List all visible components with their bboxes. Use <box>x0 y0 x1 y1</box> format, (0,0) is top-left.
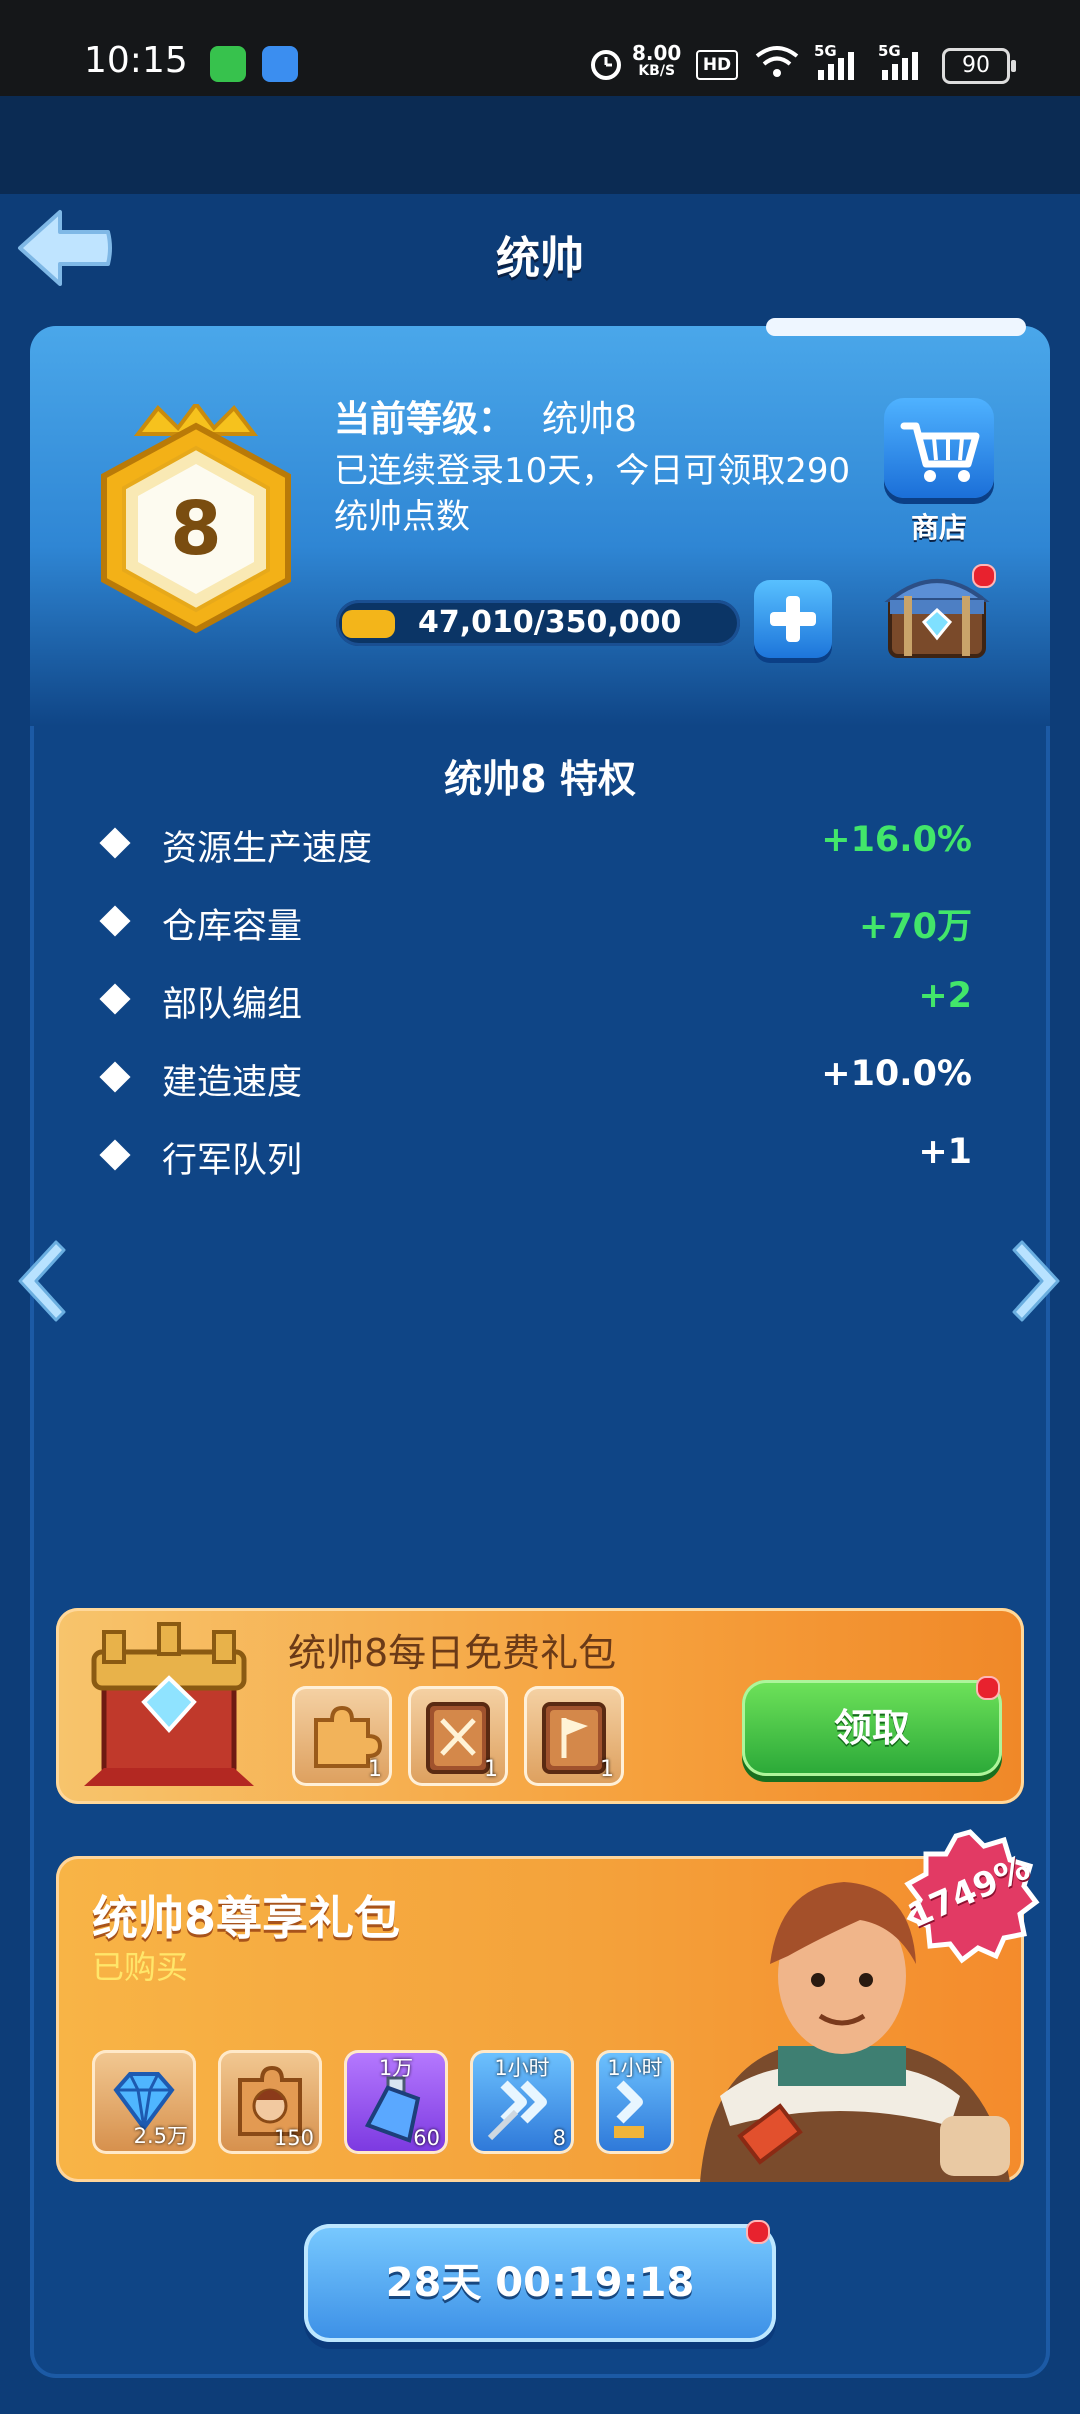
battery-indicator: 90 <box>942 48 1016 84</box>
exclusive-pack-item[interactable]: 2.5万 <box>92 2050 196 2154</box>
diamond-bullet-icon <box>99 983 131 1015</box>
signal-2-icon <box>882 52 918 80</box>
privileges-title: 统帅8 特权 <box>444 757 636 801</box>
privilege-value: +70万 <box>858 907 972 947</box>
timer-label[interactable]: 28天 00:19:18 <box>304 2224 776 2342</box>
messages-app-icon <box>210 46 246 82</box>
privilege-row: 仓库容量 +70万 <box>99 892 972 952</box>
badge-level-number: 8 <box>170 486 222 572</box>
page-title: 统帅 <box>496 233 584 284</box>
shop-button[interactable] <box>884 398 994 498</box>
item-count: 8 <box>552 2126 566 2150</box>
daily-pack-title: 统帅8每日免费礼包 <box>288 1631 617 1675</box>
points-progress-fill <box>342 610 395 638</box>
login-streak-text: 已连续登录10天，今日可领取290统帅点数 <box>334 451 851 537</box>
item-count: 1 <box>368 1757 382 1782</box>
diamond-bullet-icon <box>99 1139 131 1171</box>
level-badge-icon: 8 <box>101 404 291 634</box>
privilege-name: 部队编组 <box>162 985 303 1025</box>
item-count: 1 <box>484 1757 498 1782</box>
exclusive-pack-item[interactable]: 150 <box>218 2050 322 2154</box>
privilege-value: +10.0% <box>821 1054 972 1094</box>
privilege-name: 建造速度 <box>162 1063 303 1103</box>
diamond-bullet-icon <box>99 827 131 859</box>
item-amount: 1小时 <box>494 2056 550 2080</box>
exclusive-pack-title: 统帅8尊享礼包 <box>92 1891 401 1945</box>
weather-app-icon <box>262 46 298 82</box>
diamond-bullet-icon <box>99 1061 131 1093</box>
daily-pack-item[interactable]: 1 <box>408 1686 508 1786</box>
daily-pack-item[interactable]: 1 <box>292 1686 392 1786</box>
plus-icon <box>770 596 816 642</box>
top-strip <box>0 96 1080 194</box>
next-level-arrow-icon[interactable] <box>1012 1236 1066 1326</box>
alarm-icon <box>591 50 621 80</box>
wifi-icon <box>755 46 799 77</box>
add-points-button[interactable] <box>754 580 832 658</box>
exclusive-pack-item[interactable]: 1小时 8 <box>470 2050 574 2154</box>
timer-notification-dot <box>746 2220 770 2244</box>
item-count: 2.5万 <box>133 2124 188 2148</box>
status-time: 10:15 <box>84 40 188 81</box>
level-label: 当前等级： <box>334 399 515 440</box>
daily-pack-item[interactable]: 1 <box>524 1686 624 1786</box>
claim-notification-dot <box>976 1676 1000 1700</box>
item-amount: 1万 <box>378 2056 414 2080</box>
exclusive-pack-status: 已购买 <box>92 1948 189 1986</box>
shop-label: 商店 <box>910 511 967 544</box>
item-count: 60 <box>413 2126 440 2150</box>
points-progress-text: 47,010/350,000 <box>418 605 682 640</box>
privilege-name: 资源生产速度 <box>162 829 373 869</box>
privilege-name: 仓库容量 <box>162 907 303 947</box>
signal-1-icon <box>818 52 854 80</box>
net-speed-unit: KB/S <box>638 63 676 79</box>
privilege-row: 资源生产速度 +16.0% <box>99 814 972 874</box>
net-speed: 8.00 KB/S <box>632 43 681 80</box>
hd-indicator: HD <box>696 50 738 80</box>
status-bar: 10:15 8.00 KB/S HD 5G 5G 90 <box>0 0 1080 96</box>
exclusive-pack-item[interactable]: 1万 60 <box>344 2050 448 2154</box>
diamond-bullet-icon <box>99 905 131 937</box>
privilege-row: 行军队列 +1 <box>99 1126 972 1186</box>
shopping-cart-icon <box>900 422 980 482</box>
privilege-value: +2 <box>918 976 972 1016</box>
privilege-value: +1 <box>918 1132 972 1172</box>
item-count: 150 <box>273 2126 314 2150</box>
privilege-row: 部队编组 +2 <box>99 970 972 1030</box>
previous-level-arrow-icon[interactable] <box>12 1236 66 1326</box>
privilege-name: 行军队列 <box>162 1141 303 1181</box>
exclusive-pack-item[interactable]: 1小时 <box>596 2050 674 2154</box>
snow-decoration <box>766 318 1026 336</box>
level-value: 统帅8 <box>542 399 637 440</box>
item-count: 1 <box>600 1757 614 1782</box>
privilege-row: 建造速度 +10.0% <box>99 1048 972 1108</box>
claim-button-label[interactable]: 领取 <box>742 1680 1002 1776</box>
privilege-value: +16.0% <box>821 820 972 860</box>
chest-notification-dot <box>972 564 996 588</box>
item-amount: 1小时 <box>607 2056 663 2080</box>
red-treasure-chest-icon <box>84 1622 254 1786</box>
